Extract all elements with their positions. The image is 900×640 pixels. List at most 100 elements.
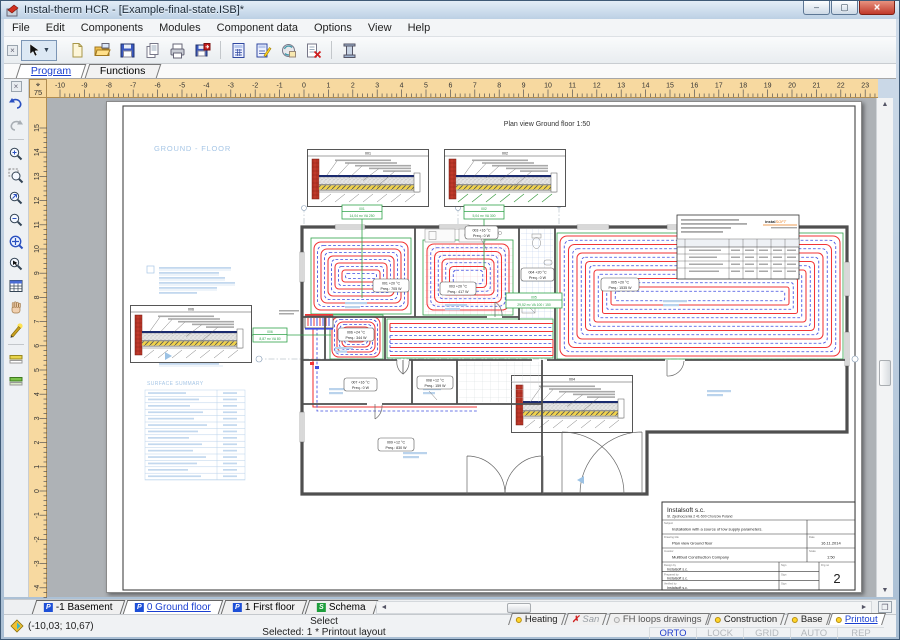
menu-edit[interactable]: Edit	[38, 20, 73, 36]
menu-file[interactable]: File	[4, 20, 38, 36]
scroll-right-arrow[interactable]: ►	[858, 603, 870, 613]
zone-label-006[interactable]: 006 8,87 m² VA 80	[252, 328, 331, 342]
menu-view[interactable]: View	[360, 20, 400, 36]
scroll-left-arrow[interactable]: ◄	[378, 603, 390, 613]
toggle-lock[interactable]: LOCK	[696, 627, 743, 639]
menu-modules[interactable]: Modules	[151, 20, 209, 36]
svg-text:0: 0	[34, 489, 41, 493]
save-icon	[119, 42, 136, 59]
calculation-options-button[interactable]	[252, 39, 275, 61]
open-file-button[interactable]	[91, 39, 114, 61]
zoom-dynamic-button[interactable]	[6, 188, 26, 208]
toolbar-dock-grip[interactable]: ×	[7, 45, 18, 56]
guide-vertical-icon	[8, 373, 24, 389]
svg-text:5: 5	[34, 368, 41, 372]
room-label-004[interactable]: 004 +20 °C Preq.: 0 W	[521, 268, 554, 281]
manifold-table[interactable]: instalSOFT	[677, 215, 799, 279]
layer-tab-printout[interactable]: Printout	[828, 613, 886, 625]
tab-program[interactable]: Program	[16, 64, 87, 78]
left-toolbar-dock-grip[interactable]: ×	[11, 81, 22, 92]
maximize-button[interactable]: ▢	[831, 1, 858, 15]
pane-restore-button[interactable]: ❒	[878, 601, 892, 613]
save-file-button[interactable]	[116, 39, 139, 61]
redo-button[interactable]	[6, 115, 26, 135]
guide-horizontal-button[interactable]	[6, 349, 26, 369]
sheet-tab-schema[interactable]: SSchema	[304, 600, 377, 614]
layer-tab-construction[interactable]: Construction	[707, 613, 785, 625]
zoom-window-button[interactable]	[6, 166, 26, 186]
svg-text:-2: -2	[252, 83, 258, 90]
tab-functions[interactable]: Functions	[85, 64, 161, 78]
sheet-tab-ground-floor[interactable]: P0 Ground floor	[122, 600, 222, 614]
column-module-button[interactable]	[338, 39, 361, 61]
supply-pipes[interactable]	[310, 328, 477, 411]
menu-component-data[interactable]: Component data	[209, 20, 306, 36]
room-label-008[interactable]: 008 +12 °C Preq.: 159 W	[417, 376, 453, 400]
draw-pen-button[interactable]	[6, 320, 26, 340]
undo-button[interactable]	[6, 93, 26, 113]
table-view-button[interactable]	[6, 276, 26, 296]
data-exchange-button[interactable]	[277, 39, 300, 61]
toggle-auto[interactable]: AUTO	[790, 627, 837, 639]
scroll-down-arrow[interactable]: ▼	[878, 584, 892, 597]
menu-options[interactable]: Options	[306, 20, 360, 36]
floor-detail-006[interactable]: 006	[131, 306, 252, 363]
guide-vertical-button[interactable]	[6, 371, 26, 391]
select-tool-dropdown[interactable]: ▼	[43, 47, 50, 54]
vertical-scrollbar[interactable]: ▲ ▼	[876, 98, 893, 597]
select-tool-button[interactable]: ▼	[21, 40, 57, 61]
vertical-scroll-thumb[interactable]	[879, 360, 891, 386]
svg-text:14: 14	[34, 148, 41, 156]
room-label-007[interactable]: 007 +16 °C Preq.: 0 W	[344, 378, 377, 391]
title-block[interactable]: Instalsoft s.c. St. Zjednoczenia 2 41-50…	[662, 502, 855, 590]
print-button[interactable]	[166, 39, 189, 61]
copy-button[interactable]	[141, 39, 164, 61]
zoom-out-button[interactable]	[6, 210, 26, 230]
menu-components[interactable]: Components	[73, 20, 151, 36]
toggle-grid[interactable]: GRID	[743, 627, 790, 639]
svg-text:Verified by: Verified by	[664, 582, 677, 586]
svg-text:2: 2	[351, 83, 355, 90]
zoom-selection-button[interactable]	[6, 254, 26, 274]
printout-page[interactable]: Plan view Ground floor 1:50 GROUND - FLO…	[106, 101, 862, 593]
copy-icon	[144, 42, 161, 59]
horizontal-scroll-thumb[interactable]	[507, 603, 531, 613]
sheet-tab-basement[interactable]: P-1 Basement	[32, 600, 125, 614]
sheet-tab-first-floor[interactable]: P1 First floor	[220, 600, 307, 614]
menu-help[interactable]: Help	[400, 20, 439, 36]
scroll-up-arrow[interactable]: ▲	[878, 98, 892, 111]
status-bar: (-10,03; 10,67) Select Selected: 1 * Pri…	[4, 614, 896, 637]
floor-detail-002[interactable]: 002	[445, 150, 566, 207]
zone-label-005[interactable]: 005 29,52 m² VA 100 / 150	[506, 293, 562, 308]
floor-detail-001[interactable]: 001	[308, 150, 429, 207]
zoom-extents-button[interactable]	[6, 232, 26, 252]
selection-handle-bottom[interactable]	[577, 476, 584, 484]
new-file-button[interactable]	[66, 39, 89, 61]
layer-tab-base[interactable]: Base	[784, 613, 831, 625]
corridor-snake-coil[interactable]	[390, 324, 553, 356]
data-exchange-icon	[280, 42, 297, 59]
drawing-canvas[interactable]: Plan view Ground floor 1:50 GROUND - FLO…	[47, 98, 878, 597]
calculations-button[interactable]	[227, 39, 250, 61]
heating-coil-room-001[interactable]	[314, 242, 408, 310]
layer-tab-san[interactable]: ✗San	[564, 613, 607, 625]
zoom-level-box[interactable]: ⌖ 75	[29, 79, 47, 98]
minimize-button[interactable]: –	[803, 1, 830, 15]
close-button[interactable]: ✕	[859, 1, 895, 15]
room-label-006[interactable]: 006 +24 °C Preq.: 344 W	[338, 328, 374, 341]
svg-text:009 +12 °C: 009 +12 °C	[387, 440, 406, 444]
svg-text:-4: -4	[34, 585, 41, 591]
toggle-rep[interactable]: REP	[837, 627, 884, 639]
room-label-001[interactable]: 001 +20 °C Preq.: 705 W	[373, 279, 409, 292]
room-label-009[interactable]: 009 +12 °C Preq.: 830 W	[378, 438, 414, 451]
room-label-005[interactable]: 005 +20 °C Preq.: 1535 W	[601, 278, 639, 291]
layer-tab-heating[interactable]: Heating	[508, 613, 566, 625]
pan-button[interactable]	[6, 298, 26, 318]
room-label-003[interactable]: 003 +20 °C Preq.: 417 W	[440, 282, 476, 295]
save-project-red-button[interactable]	[191, 39, 214, 61]
zoom-in-button[interactable]	[6, 144, 26, 164]
delete-results-button[interactable]	[302, 39, 325, 61]
svg-text:4: 4	[400, 83, 404, 90]
layer-tab-fh-loops[interactable]: FH loops drawings	[606, 613, 710, 625]
toggle-orto[interactable]: ORTO	[649, 627, 696, 639]
